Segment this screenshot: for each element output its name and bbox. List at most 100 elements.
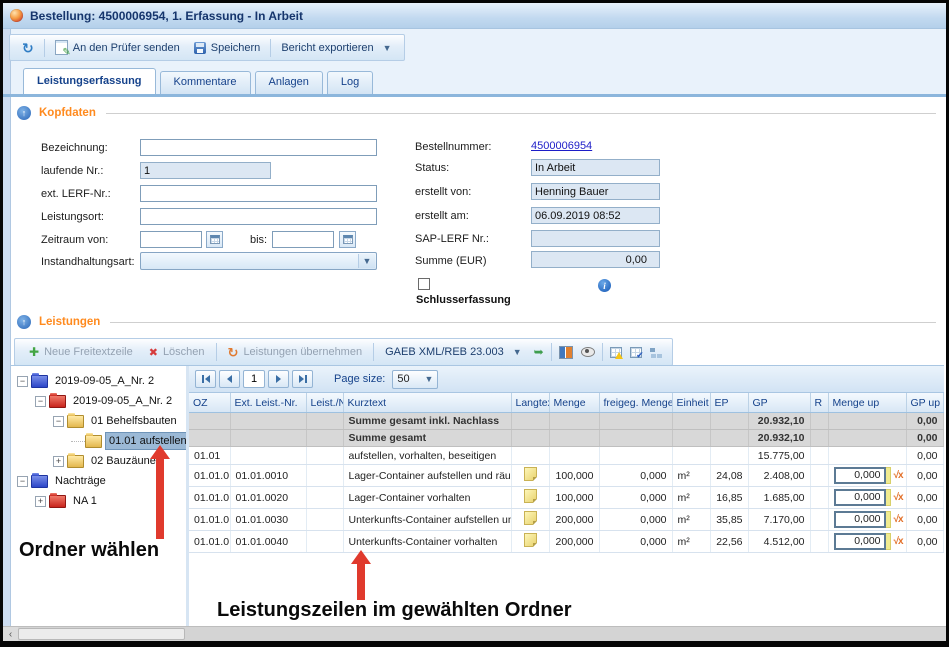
tree-node-label[interactable]: 01.01 aufstellen, v — [106, 433, 186, 449]
zeitraum-bis-input[interactable] — [272, 231, 334, 248]
export-report-button[interactable]: Bericht exportieren ▼ — [274, 40, 398, 56]
zeitraum-von-input[interactable] — [140, 231, 202, 248]
grid-warning-icon — [610, 347, 622, 358]
table-row[interactable]: 01.01.001.01.0010Lager-Container aufstel… — [189, 465, 943, 487]
expand-icon[interactable]: + — [35, 496, 46, 507]
cell-kurztext: Lager-Container vorhalten — [343, 487, 511, 509]
langtext-note-icon[interactable] — [524, 489, 537, 503]
collapse-section-icon[interactable]: ↑ — [17, 106, 31, 120]
calendar-button[interactable] — [339, 231, 356, 248]
column-header[interactable]: R — [810, 393, 828, 413]
formula-icon[interactable]: √x — [894, 470, 903, 481]
expand-icon[interactable]: + — [53, 456, 64, 467]
neue-freitextzeile-button[interactable]: ✚ Neue Freitextzeile — [21, 343, 141, 361]
next-page-button[interactable] — [268, 370, 289, 388]
tab-kommentare[interactable]: Kommentare — [160, 71, 251, 94]
calendar-button[interactable] — [206, 231, 223, 248]
formula-icon[interactable]: √x — [894, 514, 903, 525]
column-header[interactable]: Menge up — [828, 393, 906, 413]
column-header[interactable]: GP up — [906, 393, 943, 413]
info-icon[interactable]: i — [598, 279, 611, 292]
folder-icon — [67, 415, 84, 428]
tab-log[interactable]: Log — [327, 71, 373, 94]
tree-node-label[interactable]: 01 Behelfsbauten — [88, 413, 180, 429]
table-row[interactable]: 01.01.001.01.0030Unterkunfts-Container a… — [189, 509, 943, 531]
annotation-arrow-table — [351, 550, 371, 600]
cell-r — [810, 430, 828, 447]
table-row[interactable]: 01.01.001.01.0040Unterkunfts-Container v… — [189, 531, 943, 553]
menge-up-input[interactable]: 0,000 — [834, 533, 886, 550]
langtext-note-icon[interactable] — [524, 533, 537, 547]
tab-leistungserfassung[interactable]: Leistungserfassung — [23, 68, 156, 94]
bestellnummer-link[interactable]: 4500006954 — [531, 140, 592, 152]
ext-lerf-nr-label: ext. LERF-Nr.: — [41, 188, 111, 200]
bezeichnung-input[interactable] — [140, 139, 377, 156]
column-header[interactable]: freigeg. Menge — [599, 393, 672, 413]
leistungsort-input[interactable] — [140, 208, 377, 225]
langtext-note-icon[interactable] — [524, 467, 537, 481]
column-header[interactable]: EP — [710, 393, 748, 413]
column-header[interactable]: GP — [748, 393, 810, 413]
table-row[interactable]: 01.01.001.01.0020Lager-Container vorhalt… — [189, 487, 943, 509]
column-header[interactable]: Menge — [549, 393, 599, 413]
cell-menge_up: 0,000 √x — [828, 487, 906, 509]
table-row[interactable]: Summe gesamt20.932,100,00 — [189, 430, 943, 447]
column-header[interactable]: Kurztext — [343, 393, 511, 413]
send-to-examiner-button[interactable]: An den Prüfer senden — [48, 38, 187, 57]
formula-icon[interactable]: √x — [894, 536, 903, 547]
delete-x-icon: ✖ — [149, 346, 158, 359]
column-header[interactable]: Ext. Leist.-Nr. — [230, 393, 306, 413]
prev-page-button[interactable] — [219, 370, 240, 388]
grid-check-view-button[interactable] — [626, 345, 646, 360]
last-page-button[interactable] — [292, 370, 313, 388]
grid-warning-view-button[interactable] — [606, 345, 626, 360]
langtext-note-icon[interactable] — [524, 511, 537, 525]
column-header[interactable]: Einheit — [672, 393, 710, 413]
tree-node[interactable]: − 2019-09-05_A_Nr. 2 — [11, 391, 186, 411]
menge-up-input[interactable]: 0,000 — [834, 489, 886, 506]
laufende-nr-label: laufende Nr.: — [41, 165, 103, 177]
column-header[interactable]: Langtext — [511, 393, 549, 413]
save-button[interactable]: Speichern — [187, 40, 268, 56]
visibility-button[interactable] — [577, 345, 599, 359]
formula-icon[interactable]: √x — [894, 492, 903, 503]
tab-anlagen[interactable]: Anlagen — [255, 71, 323, 94]
tree-node[interactable]: − 01 Behelfsbauten — [11, 411, 186, 431]
loeschen-button[interactable]: ✖ Löschen — [141, 344, 213, 361]
cell-ext — [230, 430, 306, 447]
table-row[interactable]: 01.01aufstellen, vorhalten, beseitigen15… — [189, 447, 943, 465]
schlusserfassung-checkbox[interactable] — [418, 278, 430, 290]
tree-node-label[interactable]: Nachträge — [52, 473, 109, 489]
tree-node[interactable]: − 2019-09-05_A_Nr. 2 — [11, 371, 186, 391]
page-number-input[interactable]: 1 — [243, 370, 265, 388]
ext-lerf-nr-input[interactable] — [140, 185, 377, 202]
scrollbar-thumb[interactable] — [18, 628, 185, 640]
gaeb-format-dropdown[interactable]: GAEB XML/REB 23.003 ▼ — [377, 344, 530, 360]
leistungen-uebernehmen-button[interactable]: ↻ Leistungen übernehmen — [220, 344, 371, 360]
scroll-left-arrow-icon[interactable]: ‹ — [3, 627, 18, 641]
collapse-icon[interactable]: − — [35, 396, 46, 407]
collapse-icon[interactable]: − — [17, 376, 28, 387]
cell-freigeg — [599, 447, 672, 465]
table-row[interactable]: Summe gesamt inkl. Nachlass20.932,100,00 — [189, 413, 943, 430]
column-settings-button[interactable] — [555, 344, 577, 361]
collapse-section-icon[interactable]: ↑ — [17, 315, 31, 329]
menge-up-input[interactable]: 0,000 — [834, 511, 886, 528]
tree-node-label[interactable]: 2019-09-05_A_Nr. 2 — [52, 373, 157, 389]
tree-node-label[interactable]: NA 1 — [70, 493, 100, 509]
tree-view-icon — [650, 347, 662, 358]
tree-view-button[interactable] — [646, 345, 666, 360]
collapse-icon[interactable]: − — [17, 476, 28, 487]
menge-up-input[interactable]: 0,000 — [834, 467, 886, 484]
collapse-icon[interactable]: − — [53, 416, 64, 427]
refresh-button[interactable]: ↻ — [15, 40, 41, 56]
instandhaltungsart-select[interactable]: ▼ — [140, 252, 377, 270]
column-header[interactable]: Leist./N — [306, 393, 343, 413]
column-header[interactable]: OZ — [189, 393, 230, 413]
page-size-select[interactable]: 50 ▼ — [392, 370, 438, 389]
tree-node-label[interactable]: 2019-09-05_A_Nr. 2 — [70, 393, 175, 409]
tree-node-label[interactable]: 02 Bauzäune — [88, 453, 159, 469]
horizontal-scrollbar[interactable]: ‹ — [3, 626, 946, 641]
first-page-button[interactable] — [195, 370, 216, 388]
gaeb-import-button[interactable]: ➥ — [530, 343, 548, 361]
